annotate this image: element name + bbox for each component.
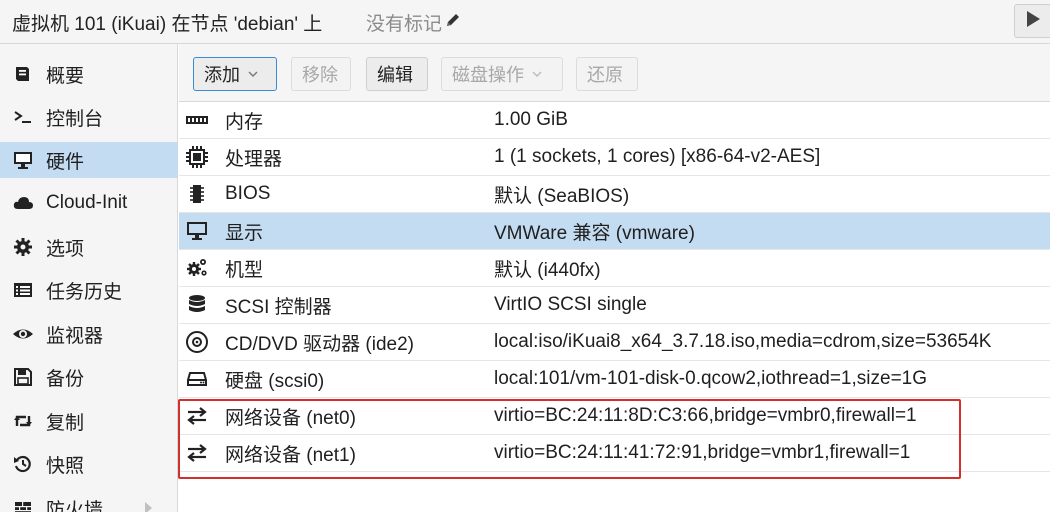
sidebar-item-label: 快照 <box>46 455 85 477</box>
sidebar-item-monitor[interactable]: 监视器 <box>0 316 178 352</box>
sidebar-item-console[interactable]: 控制台 <box>0 99 178 135</box>
book-icon <box>11 62 35 86</box>
hardware-grid: 内存 1.00 GiB 处理器 1 (1 sockets, 1 cores) [… <box>179 102 1050 512</box>
revert-button-label: 还原 <box>587 65 623 85</box>
sidebar-item-task-history[interactable]: 任务历史 <box>0 272 178 308</box>
sidebar-item-label: 硬件 <box>46 151 85 173</box>
sidebar-item-hardware[interactable]: 硬件 <box>0 142 178 178</box>
sidebar-item-label: 任务历史 <box>46 281 123 303</box>
start-button[interactable] <box>1014 4 1050 38</box>
row-name: SCSI 控制器 <box>225 296 332 318</box>
desktop-icon <box>184 218 210 244</box>
row-name: 硬盘 (scsi0) <box>225 370 325 392</box>
sidebar-item-summary[interactable]: 概要 <box>0 56 178 92</box>
edit-button[interactable]: 编辑 <box>366 57 428 91</box>
sidebar-item-replication[interactable]: 复制 <box>0 403 178 439</box>
cloud-icon <box>11 191 35 215</box>
row-name: 网络设备 (net0) <box>225 407 356 429</box>
table-row[interactable]: BIOS 默认 (SeaBIOS) <box>179 176 1050 213</box>
memory-icon <box>184 107 210 133</box>
row-value: VMWare 兼容 (vmware) <box>494 222 695 244</box>
shield-icon <box>11 496 35 512</box>
terminal-icon <box>11 105 35 129</box>
add-button[interactable]: 添加 <box>193 57 277 91</box>
history-icon <box>11 452 35 476</box>
gear-icon <box>11 235 35 259</box>
row-value: 默认 (SeaBIOS) <box>494 185 630 207</box>
eye-icon <box>11 322 35 346</box>
row-value: virtio=BC:24:11:41:72:91,bridge=vmbr1,fi… <box>494 442 911 463</box>
row-value: 1.00 GiB <box>494 109 568 130</box>
table-row[interactable]: 网络设备 (net0) virtio=BC:24:11:8D:C3:66,bri… <box>179 398 1050 435</box>
table-row[interactable]: 机型 默认 (i440fx) <box>179 250 1050 287</box>
row-value: VirtIO SCSI single <box>494 294 647 315</box>
exchange-icon <box>184 403 210 429</box>
row-name: 内存 <box>225 111 264 133</box>
row-name: 处理器 <box>225 148 283 170</box>
sidebar-item-label: 监视器 <box>46 325 104 347</box>
chevron-down-icon <box>532 69 542 79</box>
add-button-label: 添加 <box>204 65 240 85</box>
row-name: CD/DVD 驱动器 (ide2) <box>225 333 414 355</box>
microchip-icon <box>184 181 210 207</box>
revert-button[interactable]: 还原 <box>576 57 638 91</box>
row-value: local:101/vm-101-disk-0.qcow2,iothread=1… <box>494 368 928 389</box>
sidebar-item-label: 防火墙 <box>46 499 104 512</box>
remove-button-label: 移除 <box>302 65 338 85</box>
cpu-icon <box>184 144 210 170</box>
row-name: 显示 <box>225 222 264 244</box>
table-row[interactable]: 显示 VMWare 兼容 (vmware) <box>179 213 1050 250</box>
exchange-icon <box>184 440 210 466</box>
table-row[interactable]: 硬盘 (scsi0) local:101/vm-101-disk-0.qcow2… <box>179 361 1050 398</box>
sidebar-item-backup[interactable]: 备份 <box>0 359 178 395</box>
sidebar-item-label: 控制台 <box>46 108 104 130</box>
retweet-icon <box>11 409 35 433</box>
sidebar-item-cloud-init[interactable]: Cloud-Init <box>0 185 178 221</box>
list-icon <box>11 278 35 302</box>
floppy-icon <box>11 365 35 389</box>
row-name: BIOS <box>225 183 271 204</box>
tags-label: 没有标记 <box>366 14 443 35</box>
row-name: 网络设备 (net1) <box>225 444 356 466</box>
disk-action-label: 磁盘操作 <box>452 65 524 85</box>
sidebar-item-label: Cloud-Init <box>46 192 128 213</box>
table-row[interactable]: SCSI 控制器 VirtIO SCSI single <box>179 287 1050 324</box>
chevron-down-icon <box>248 69 258 79</box>
play-icon <box>1025 10 1041 33</box>
table-row[interactable]: 处理器 1 (1 sockets, 1 cores) [x86-64-v2-AE… <box>179 139 1050 176</box>
sidebar: 概要 控制台 硬件 Cloud-Init 选项 任务历史 监视器 备份 复制 快… <box>0 44 178 512</box>
row-value: 1 (1 sockets, 1 cores) [x86-64-v2-AES] <box>494 146 821 167</box>
sidebar-item-label: 备份 <box>46 368 85 390</box>
table-row[interactable]: 内存 1.00 GiB <box>179 102 1050 139</box>
desktop-icon <box>11 148 35 172</box>
sidebar-item-options[interactable]: 选项 <box>0 229 178 265</box>
database-icon <box>184 292 210 318</box>
row-name: 机型 <box>225 259 264 281</box>
expand-arrow-icon[interactable] <box>145 502 152 512</box>
hardware-toolbar: 添加 移除 编辑 磁盘操作 还原 <box>179 44 1050 102</box>
sidebar-item-firewall[interactable]: 防火墙 <box>0 490 178 512</box>
pencil-icon[interactable] <box>444 11 462 35</box>
row-value: virtio=BC:24:11:8D:C3:66,bridge=vmbr0,fi… <box>494 405 917 426</box>
cogs-icon <box>184 255 210 281</box>
sidebar-item-snapshot[interactable]: 快照 <box>0 446 178 482</box>
page-title: 虚拟机 101 (iKuai) 在节点 'debian' 上 <box>12 14 323 35</box>
table-row[interactable]: CD/DVD 驱动器 (ide2) local:iso/iKuai8_x64_3… <box>179 324 1050 361</box>
sidebar-item-label: 复制 <box>46 412 85 434</box>
remove-button[interactable]: 移除 <box>291 57 351 91</box>
row-value: 默认 (i440fx) <box>494 259 601 281</box>
tags-area[interactable]: 没有标记 <box>366 9 462 36</box>
edit-button-label: 编辑 <box>377 65 413 85</box>
cdrom-icon <box>184 329 210 355</box>
table-row[interactable]: 网络设备 (net1) virtio=BC:24:11:41:72:91,bri… <box>179 435 1050 472</box>
title-bar: 虚拟机 101 (iKuai) 在节点 'debian' 上 没有标记 <box>0 0 1050 44</box>
sidebar-item-label: 概要 <box>46 65 85 87</box>
hdd-icon <box>184 366 210 392</box>
disk-action-button[interactable]: 磁盘操作 <box>441 57 563 91</box>
sidebar-item-label: 选项 <box>46 238 85 260</box>
row-value: local:iso/iKuai8_x64_3.7.18.iso,media=cd… <box>494 331 992 352</box>
